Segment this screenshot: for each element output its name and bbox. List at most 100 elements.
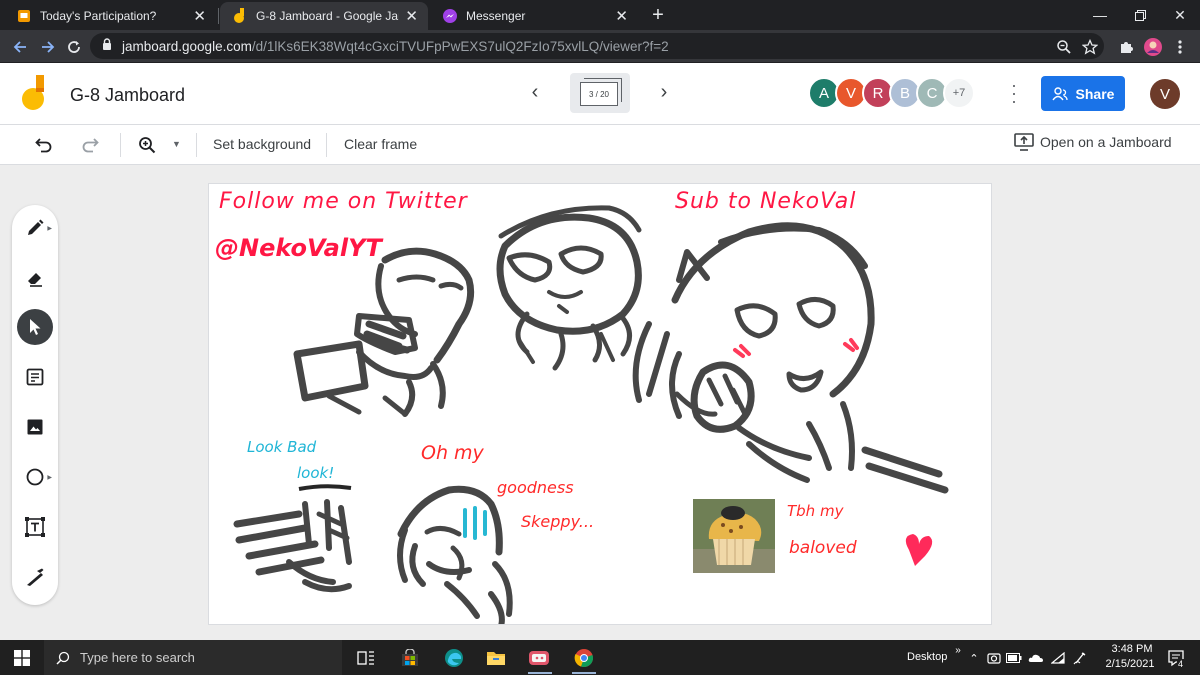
image-icon: [27, 419, 43, 435]
tab-g8-jamboard[interactable]: G-8 Jamboard - Google Jamboar ✕: [220, 2, 428, 30]
desktop-toolbar-label[interactable]: Desktop: [907, 651, 947, 663]
drawing-tools-panel: ▶ ▶: [12, 205, 58, 605]
url-field[interactable]: jamboard.google.com/d/1lKs6EK38Wqt4cGxci…: [90, 33, 1104, 59]
discord-app-icon[interactable]: [520, 640, 560, 675]
back-arrow-icon[interactable]: [8, 35, 32, 59]
add-image-tool[interactable]: [17, 409, 53, 445]
url-path: /d/1lKs6EK38Wqt4cGxciTVUFpPwEXS7ulQ2FzIo…: [251, 38, 669, 54]
minimize-window-icon[interactable]: —: [1080, 0, 1120, 30]
tab-title: Today's Participation?: [40, 9, 157, 23]
open-on-device-icon: [1014, 133, 1034, 151]
lock-icon: [102, 37, 112, 55]
close-tab-icon[interactable]: ✕: [405, 7, 418, 25]
camera-tray-icon[interactable]: [986, 650, 1002, 666]
toolbar-expand-icon[interactable]: »: [950, 642, 966, 658]
chrome-menu-icon[interactable]: [1170, 37, 1190, 57]
pen-workspace-icon[interactable]: [1072, 650, 1088, 666]
goodness-text: goodness: [497, 478, 574, 497]
bookmark-star-icon[interactable]: [1080, 37, 1100, 57]
people-icon: [1051, 86, 1068, 100]
url-text: jamboard.google.com/d/1lKs6EK38Wqt4cGxci…: [122, 39, 669, 54]
look-text: look!: [297, 464, 335, 482]
tbh-my-text: Tbh my: [787, 502, 844, 520]
next-frame-chevron-icon[interactable]: ›: [654, 81, 674, 104]
eraser-icon: [28, 273, 42, 287]
chrome-browser-icon[interactable]: [564, 640, 604, 675]
forward-arrow-icon[interactable]: [36, 35, 60, 59]
cursor-arrow-icon: [30, 319, 41, 335]
clear-frame-button[interactable]: Clear frame: [344, 136, 417, 152]
pen-tool[interactable]: ▶: [17, 210, 53, 246]
share-button[interactable]: Share: [1041, 76, 1125, 111]
microsoft-store-icon[interactable]: [390, 640, 430, 675]
close-tab-icon[interactable]: ✕: [193, 7, 206, 25]
windows-logo-icon: [14, 649, 30, 666]
tab-divider: [218, 8, 219, 24]
file-explorer-icon[interactable]: [476, 640, 516, 675]
zoom-dropdown-caret-icon[interactable]: ▼: [172, 139, 181, 149]
frame-bar-toggle[interactable]: 3 / 20: [570, 73, 630, 113]
clock-time[interactable]: 3:48 PM: [1104, 643, 1160, 655]
board-title[interactable]: G-8 Jamboard: [70, 85, 185, 106]
tab-todays-participation[interactable]: Today's Participation? ✕: [4, 2, 216, 30]
pen-options-caret-icon: ▶: [47, 226, 52, 232]
more-collaborators-badge[interactable]: +7: [943, 77, 975, 109]
windows-start-button[interactable]: [0, 640, 44, 675]
share-label: Share: [1075, 85, 1115, 102]
oh-my-text: Oh my: [421, 442, 484, 464]
eraser-tool[interactable]: [17, 260, 53, 296]
laser-tool[interactable]: [17, 559, 53, 595]
taskbar-search-input[interactable]: Type here to search: [44, 640, 342, 675]
beloved-text: baloved: [789, 538, 857, 558]
previous-frame-chevron-icon[interactable]: ‹: [525, 81, 545, 104]
edge-browser-icon[interactable]: [434, 640, 474, 675]
task-view-icon[interactable]: [346, 640, 386, 675]
wifi-icon[interactable]: [1050, 650, 1066, 666]
account-avatar[interactable]: V: [1150, 79, 1180, 109]
zoom-magnifier-icon[interactable]: [1054, 37, 1074, 57]
laser-pointer-icon: [27, 568, 44, 586]
close-window-icon[interactable]: ✕: [1160, 0, 1200, 30]
toolbar-divider: [326, 133, 327, 157]
windows-taskbar: Type here to search Desktop » ⌃ 3:48 PM …: [0, 640, 1200, 675]
open-on-jamboard-label: Open on a Jamboard: [1040, 134, 1172, 150]
open-on-jamboard-button[interactable]: Open on a Jamboard: [1014, 133, 1172, 151]
extensions-puzzle-icon[interactable]: [1116, 37, 1136, 57]
pen-icon: [28, 219, 44, 235]
browser-tab-strip: Today's Participation? ✕ G-8 Jamboard - …: [0, 0, 1200, 30]
undo-icon[interactable]: [32, 133, 56, 157]
muffin-photo[interactable]: [693, 499, 775, 573]
more-options-icon[interactable]: · · ·: [1004, 76, 1024, 110]
search-placeholder: Type here to search: [80, 650, 195, 665]
show-hidden-icons-chevron-icon[interactable]: ⌃: [966, 650, 982, 666]
edit-toolbar: ▼ Set background Clear frame Open on a J…: [0, 125, 1200, 165]
new-tab-button[interactable]: +: [648, 4, 668, 27]
zoom-icon[interactable]: [135, 133, 159, 157]
close-tab-icon[interactable]: ✕: [615, 7, 628, 25]
reload-icon[interactable]: [62, 35, 86, 59]
circle-shape-tool[interactable]: ▶: [17, 459, 53, 495]
sticky-note-icon: [26, 368, 44, 386]
jamboard-logo-icon[interactable]: [20, 75, 50, 111]
messenger-favicon-icon: [442, 8, 458, 24]
select-tool[interactable]: [17, 309, 53, 345]
jamboard-canvas[interactable]: Follow me on Twitter @NekoValYT Sub to N…: [208, 183, 992, 625]
restore-window-icon[interactable]: [1120, 0, 1160, 30]
profile-avatar-icon[interactable]: [1143, 37, 1163, 57]
clock-date[interactable]: 2/15/2021: [1100, 658, 1160, 670]
notification-count-badge: 4: [1177, 659, 1185, 669]
tab-title: Messenger: [466, 9, 526, 23]
battery-icon[interactable]: [1006, 650, 1022, 666]
url-host: jamboard.google.com: [122, 38, 252, 54]
slides-favicon-icon: [16, 8, 32, 24]
tab-messenger[interactable]: Messenger ✕: [430, 2, 638, 30]
muffin-image: [693, 499, 775, 573]
tab-title: G-8 Jamboard - Google Jamboar: [256, 9, 399, 23]
text-box-tool[interactable]: [17, 509, 53, 545]
frame-indicator: 3 / 20: [580, 82, 618, 106]
onedrive-cloud-icon[interactable]: [1028, 650, 1044, 666]
search-icon: [56, 651, 70, 665]
set-background-button[interactable]: Set background: [213, 136, 311, 152]
redo-icon[interactable]: [78, 133, 102, 157]
sticky-note-tool[interactable]: [17, 359, 53, 395]
